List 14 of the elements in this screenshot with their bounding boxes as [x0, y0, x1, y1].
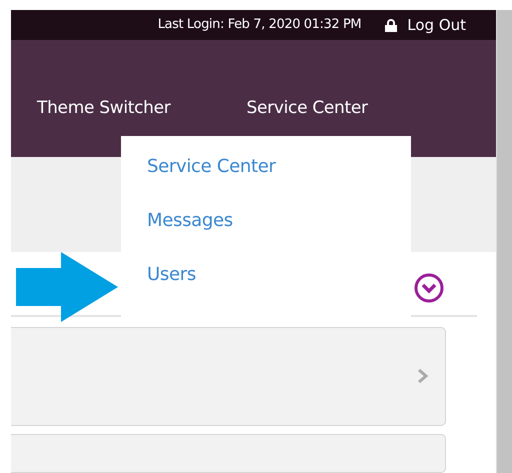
nav-item[interactable]: Service Center	[246, 98, 368, 118]
expand-icon[interactable]	[414, 272, 444, 303]
menu-item[interactable]: Users	[147, 262, 196, 288]
lock-icon	[383, 18, 400, 32]
list-card[interactable]	[11, 327, 446, 426]
menu-item[interactable]: Service Center	[147, 154, 276, 180]
last-login-text: Last Login: Feb 7, 2020 01:32 PM	[158, 17, 362, 32]
log-out-link[interactable]: Log Out	[407, 16, 466, 34]
nav-item[interactable]: Theme Switcher	[37, 98, 170, 118]
chevron-right-icon	[417, 368, 429, 384]
list-card[interactable]	[11, 434, 446, 473]
arrow-icon	[16, 252, 118, 322]
scrollbar[interactable]	[496, 10, 512, 473]
menu-item[interactable]: Messages	[147, 208, 233, 234]
